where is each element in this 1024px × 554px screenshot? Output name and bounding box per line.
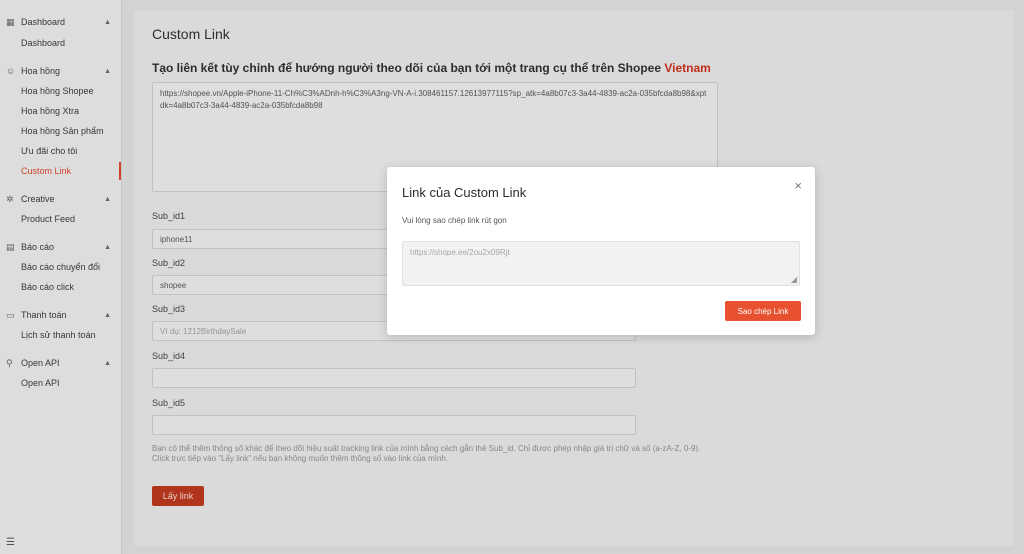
custom-link-modal: Link của Custom Link × Vui lòng sao chép… [387, 167, 815, 335]
modal-message: Vui lòng sao chép link rút gọn [402, 216, 507, 225]
resize-grip-icon[interactable]: ◢ [791, 275, 797, 284]
copy-link-button[interactable]: Sao chép Link [725, 301, 801, 321]
modal-title: Link của Custom Link [402, 185, 527, 200]
short-link-textarea[interactable]: https://shope.ee/2ou2x09Rjt ◢ [402, 241, 800, 286]
close-icon[interactable]: × [794, 178, 802, 193]
short-link-text: https://shope.ee/2ou2x09Rjt [410, 248, 510, 257]
